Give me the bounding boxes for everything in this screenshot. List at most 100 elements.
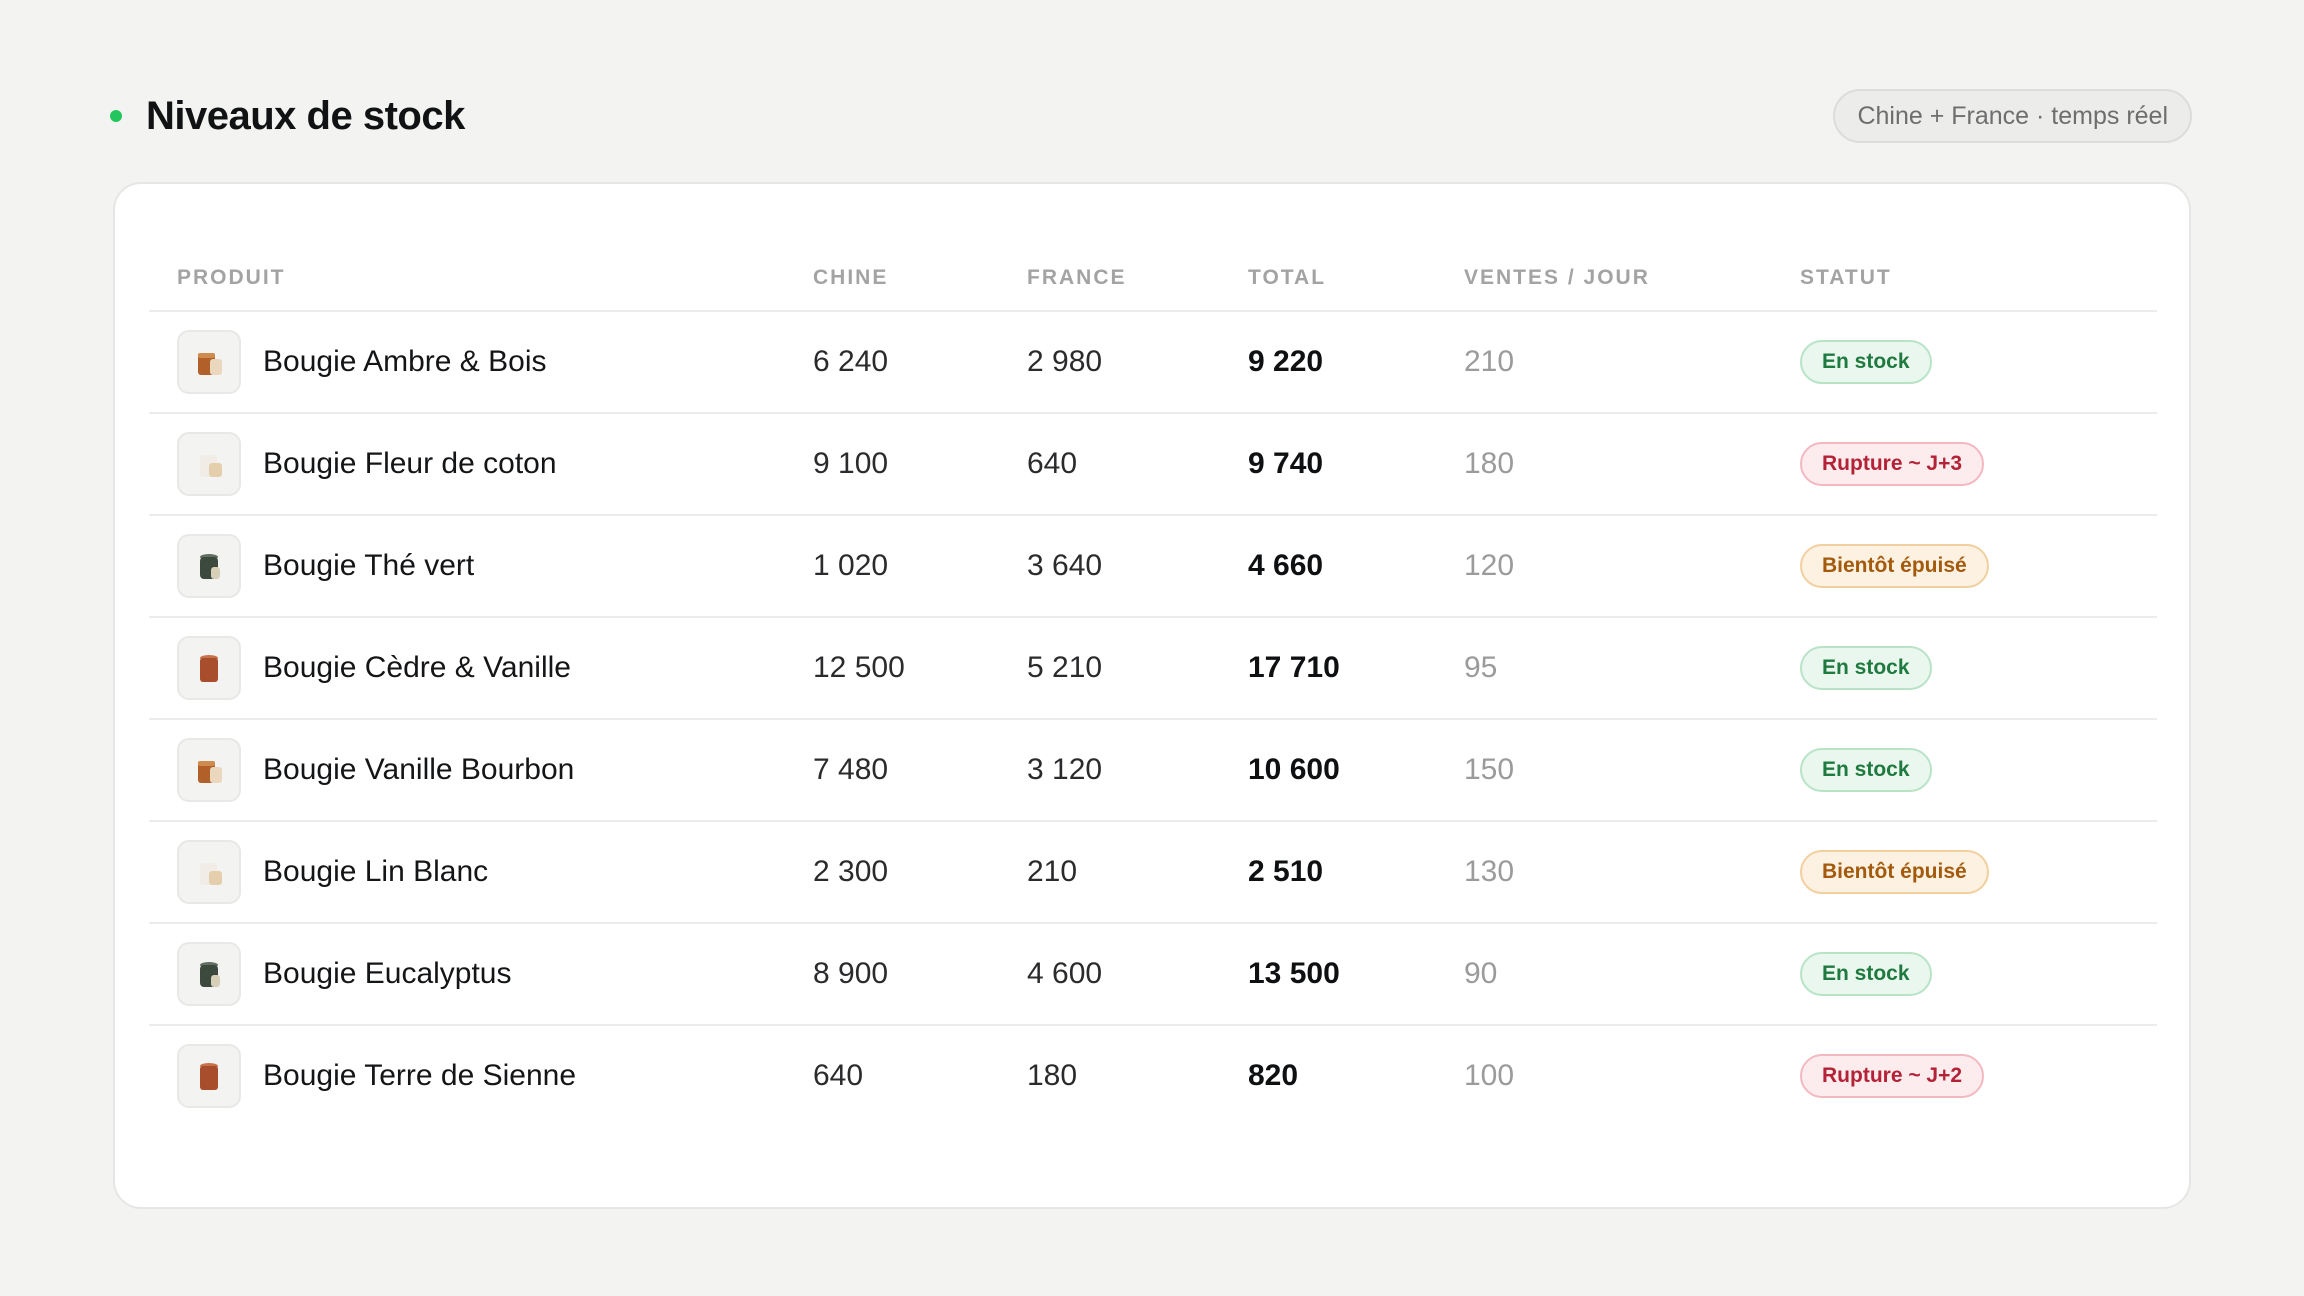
- france-stock-cell: 210: [1027, 822, 1077, 922]
- column-header-status[interactable]: STATUT: [1800, 266, 1892, 290]
- sales-per-day-cell: 120: [1464, 516, 1514, 616]
- column-header-sales-per-day[interactable]: VENTES / JOUR: [1464, 266, 1650, 290]
- sales-per-day-cell: 90: [1464, 924, 1497, 1024]
- total-stock-value: 9 220: [1248, 345, 1324, 378]
- sales-per-day-value: 130: [1464, 855, 1515, 888]
- product-cell: Bougie Cèdre & Vanille: [177, 618, 571, 718]
- status-badge: En stock: [1800, 646, 1932, 690]
- france-stock-value: 4 600: [1027, 957, 1103, 990]
- product-name[interactable]: Bougie Ambre & Bois: [263, 345, 547, 379]
- product-cell: Bougie Eucalyptus: [177, 924, 512, 1024]
- china-stock-cell: 9 100: [813, 414, 888, 514]
- sales-per-day-value: 100: [1464, 1059, 1515, 1092]
- candle-thumbnail-icon: [177, 432, 241, 496]
- france-stock-cell: 4 600: [1027, 924, 1102, 1024]
- column-header-product[interactable]: PRODUIT: [177, 266, 286, 290]
- total-stock-cell: 13 500: [1248, 924, 1340, 1024]
- status-cell: Bientôt épuisé: [1800, 822, 1989, 922]
- page-title: Niveaux de stock: [146, 93, 465, 138]
- product-name[interactable]: Bougie Vanille Bourbon: [263, 753, 574, 787]
- china-stock-value: 1 020: [813, 549, 889, 582]
- total-stock-cell: 820: [1248, 1026, 1298, 1126]
- china-stock-cell: 12 500: [813, 618, 905, 718]
- sales-per-day-cell: 150: [1464, 720, 1514, 820]
- total-stock-value: 2 510: [1248, 855, 1324, 888]
- sales-per-day-cell: 180: [1464, 414, 1514, 514]
- live-status-dot: [110, 110, 122, 122]
- product-name[interactable]: Bougie Terre de Sienne: [263, 1059, 576, 1093]
- product-cell: Bougie Fleur de coton: [177, 414, 557, 514]
- status-badge: En stock: [1800, 340, 1932, 384]
- candle-thumbnail-icon: [177, 840, 241, 904]
- column-header-china[interactable]: CHINE: [813, 266, 888, 290]
- total-stock-value: 4 660: [1248, 549, 1324, 582]
- sales-per-day-value: 120: [1464, 549, 1515, 582]
- table-row[interactable]: Bougie Eucalyptus 8 900 4 600 13 500 90 …: [149, 924, 2157, 1026]
- france-stock-value: 640: [1027, 447, 1078, 480]
- table-row[interactable]: Bougie Lin Blanc 2 300 210 2 510 130 Bie…: [149, 822, 2157, 924]
- title-group: Niveaux de stock: [110, 94, 465, 139]
- stock-table: PRODUIT CHINE FRANCE TOTAL VENTES / JOUR…: [149, 258, 2157, 1128]
- france-stock-value: 210: [1027, 855, 1078, 888]
- table-row[interactable]: Bougie Thé vert 1 020 3 640 4 660 120 Bi…: [149, 516, 2157, 618]
- total-stock-value: 820: [1248, 1059, 1299, 1092]
- table-row[interactable]: Bougie Vanille Bourbon 7 480 3 120 10 60…: [149, 720, 2157, 822]
- france-stock-cell: 3 120: [1027, 720, 1102, 820]
- sales-per-day-cell: 95: [1464, 618, 1497, 718]
- china-stock-value: 6 240: [813, 345, 889, 378]
- status-cell: Bientôt épuisé: [1800, 516, 1989, 616]
- sales-per-day-value: 95: [1464, 651, 1498, 684]
- product-name[interactable]: Bougie Cèdre & Vanille: [263, 651, 571, 685]
- candle-thumbnail-icon: [177, 942, 241, 1006]
- status-badge: Rupture ~ J+2: [1800, 1054, 1985, 1098]
- sales-per-day-cell: 130: [1464, 822, 1514, 922]
- product-cell: Bougie Terre de Sienne: [177, 1026, 576, 1126]
- candle-thumbnail-icon: [177, 738, 241, 802]
- total-stock-cell: 10 600: [1248, 720, 1340, 820]
- china-stock-cell: 2 300: [813, 822, 888, 922]
- china-stock-cell: 640: [813, 1026, 863, 1126]
- table-row[interactable]: Bougie Terre de Sienne 640 180 820 100 R…: [149, 1026, 2157, 1128]
- column-header-total[interactable]: TOTAL: [1248, 266, 1326, 290]
- total-stock-value: 17 710: [1248, 651, 1340, 684]
- france-stock-cell: 640: [1027, 414, 1077, 514]
- status-cell: Rupture ~ J+3: [1800, 414, 1985, 514]
- product-name[interactable]: Bougie Thé vert: [263, 549, 474, 583]
- product-name[interactable]: Bougie Eucalyptus: [263, 957, 512, 991]
- table-row[interactable]: Bougie Fleur de coton 9 100 640 9 740 18…: [149, 414, 2157, 516]
- total-stock-cell: 2 510: [1248, 822, 1323, 922]
- total-stock-cell: 9 220: [1248, 312, 1323, 412]
- table-row[interactable]: Bougie Cèdre & Vanille 12 500 5 210 17 7…: [149, 618, 2157, 720]
- product-name[interactable]: Bougie Fleur de coton: [263, 447, 557, 481]
- china-stock-value: 8 900: [813, 957, 889, 990]
- product-name[interactable]: Bougie Lin Blanc: [263, 855, 488, 889]
- france-stock-value: 3 640: [1027, 549, 1103, 582]
- sales-per-day-cell: 210: [1464, 312, 1514, 412]
- data-source-pill[interactable]: Chine + France · temps réel: [1833, 89, 2192, 143]
- column-header-france[interactable]: FRANCE: [1027, 266, 1127, 290]
- page-header: Niveaux de stock Chine + France · temps …: [110, 88, 2192, 144]
- china-stock-value: 9 100: [813, 447, 889, 480]
- france-stock-value: 3 120: [1027, 753, 1103, 786]
- product-cell: Bougie Thé vert: [177, 516, 474, 616]
- total-stock-value: 10 600: [1248, 753, 1340, 786]
- candle-thumbnail-icon: [177, 636, 241, 700]
- status-badge: Rupture ~ J+3: [1800, 442, 1985, 486]
- sales-per-day-value: 180: [1464, 447, 1515, 480]
- stock-table-card: PRODUIT CHINE FRANCE TOTAL VENTES / JOUR…: [113, 182, 2191, 1209]
- sales-per-day-value: 150: [1464, 753, 1515, 786]
- france-stock-cell: 2 980: [1027, 312, 1102, 412]
- candle-thumbnail-icon: [177, 534, 241, 598]
- france-stock-cell: 5 210: [1027, 618, 1102, 718]
- china-stock-cell: 6 240: [813, 312, 888, 412]
- france-stock-cell: 3 640: [1027, 516, 1102, 616]
- table-header: PRODUIT CHINE FRANCE TOTAL VENTES / JOUR…: [149, 258, 2157, 312]
- total-stock-cell: 4 660: [1248, 516, 1323, 616]
- china-stock-value: 12 500: [813, 651, 905, 684]
- france-stock-value: 5 210: [1027, 651, 1103, 684]
- table-row[interactable]: Bougie Ambre & Bois 6 240 2 980 9 220 21…: [149, 312, 2157, 414]
- status-badge: Bientôt épuisé: [1800, 850, 1989, 894]
- status-cell: En stock: [1800, 924, 1932, 1024]
- candle-thumbnail-icon: [177, 1044, 241, 1108]
- candle-thumbnail-icon: [177, 330, 241, 394]
